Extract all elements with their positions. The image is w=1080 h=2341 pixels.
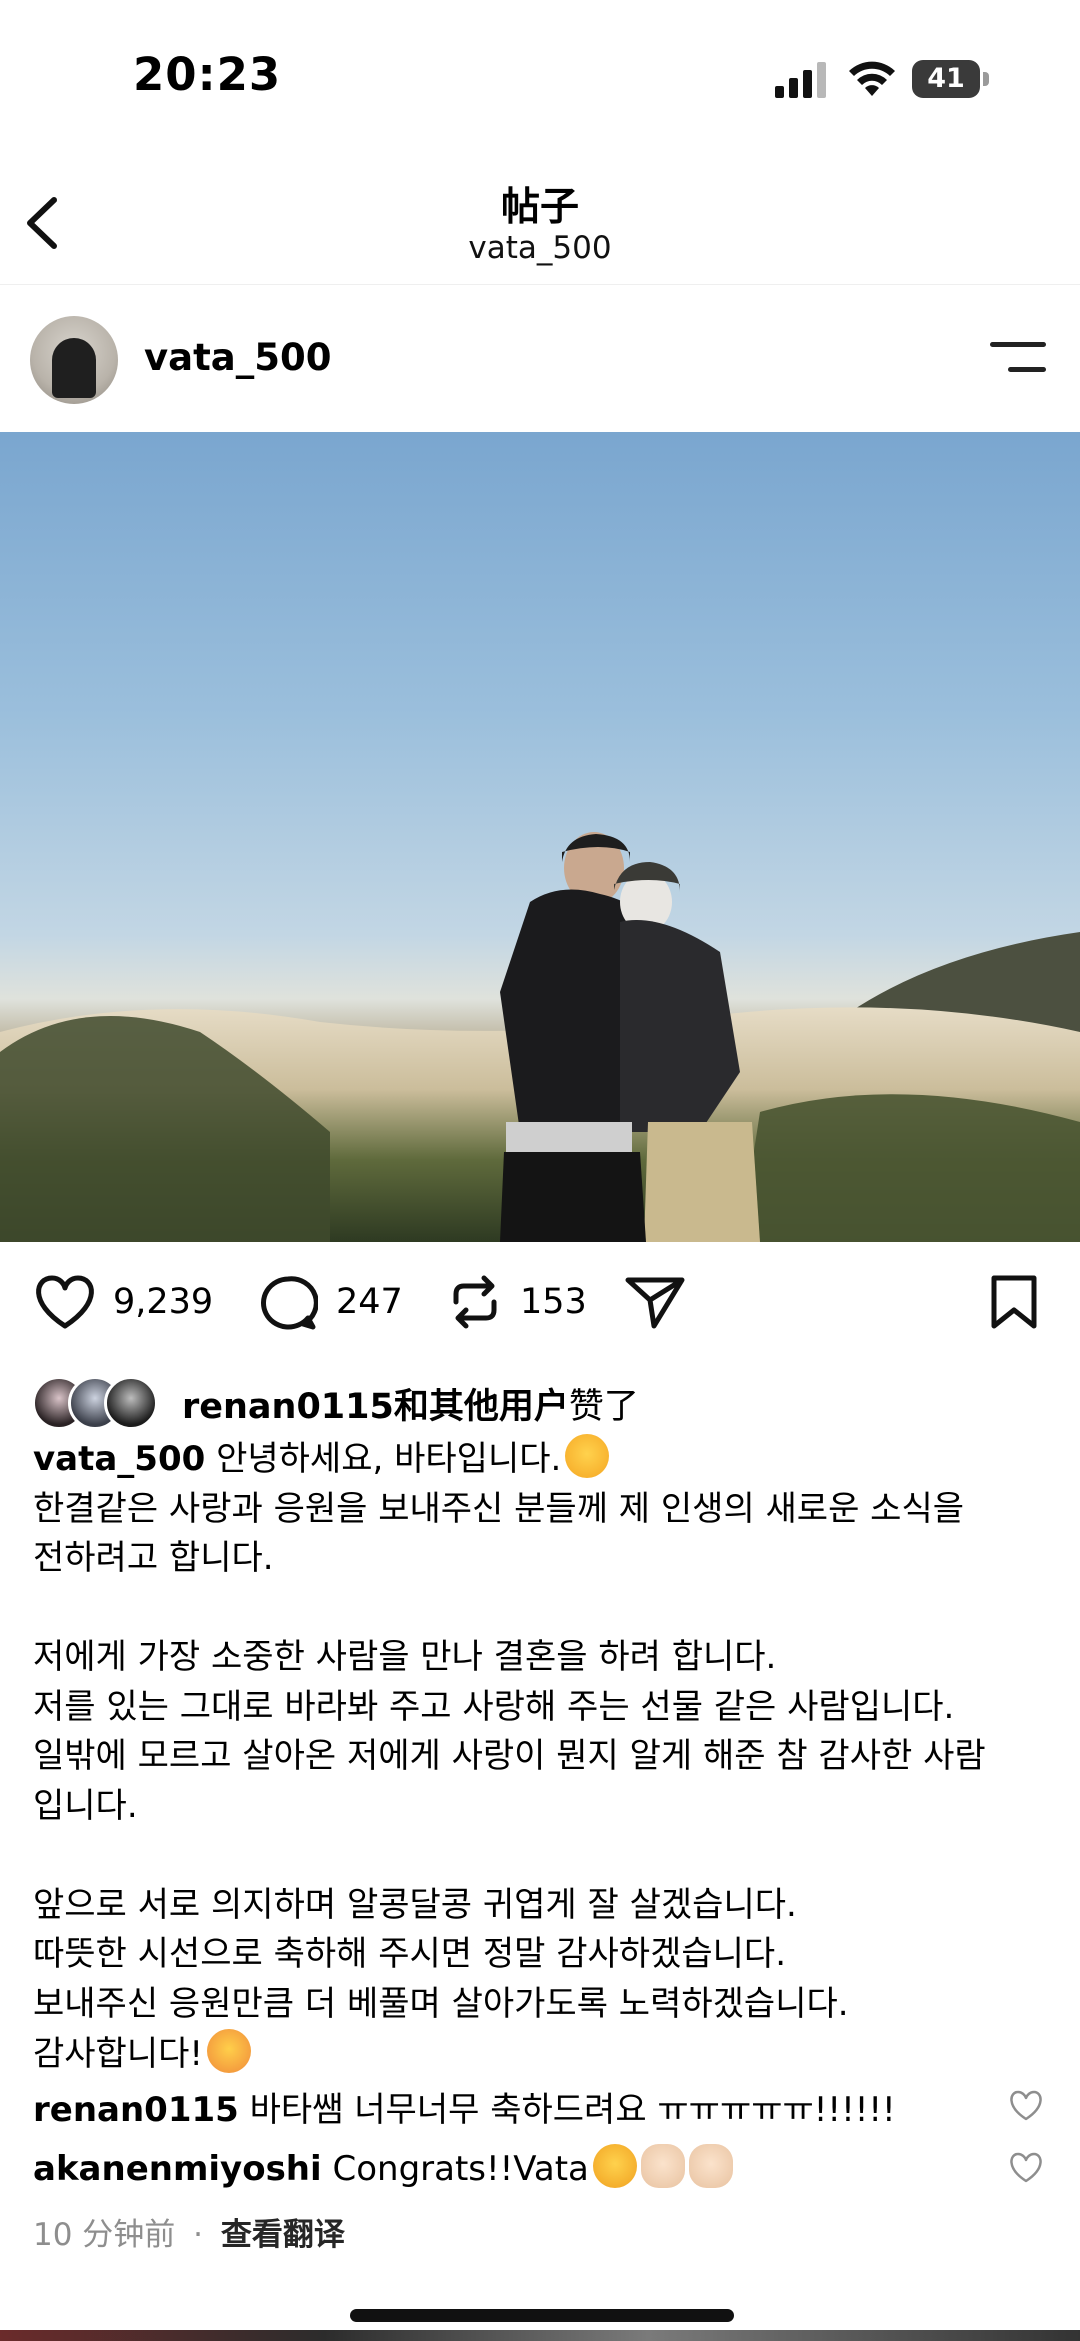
cellular-signal-icon bbox=[775, 62, 826, 98]
status-time: 20:23 bbox=[133, 48, 282, 101]
comment-heart-icon[interactable] bbox=[1008, 2152, 1044, 2184]
comment-row: renan0115 바타쌤 너무너무 축하드려요 ㅠㅠㅠㅠㅠ!!!!!! bbox=[33, 2082, 1013, 2131]
caption-line: 저에게 가장 소중한 사람을 만나 결혼을 하려 합니다. bbox=[33, 1637, 777, 1677]
post-meta: 10 分钟前 · 查看翻译 bbox=[33, 2209, 345, 2254]
post-caption: vata_500 안녕하세요, 바타입니다. 한결같은 사랑과 응원을 보내주신… bbox=[33, 1434, 1043, 2080]
battery-cap bbox=[983, 72, 989, 86]
battery-level: 41 bbox=[912, 60, 980, 98]
caption-line: 앞으로 서로 의지하며 알콩달콩 귀엽게 잘 살겠습니다. bbox=[33, 1884, 797, 1925]
reposts-count[interactable]: 153 bbox=[520, 1282, 587, 1322]
next-post-peek bbox=[0, 2330, 1080, 2341]
liked-by-row[interactable]: renan0115和其他用户赞了 bbox=[32, 1372, 1032, 1430]
bookmark-icon[interactable] bbox=[988, 1274, 1040, 1330]
comments-count[interactable]: 247 bbox=[336, 1282, 403, 1322]
translate-link[interactable]: 查看翻译 bbox=[221, 2217, 345, 2253]
meta-separator: · bbox=[193, 2217, 204, 2253]
comment-icon[interactable] bbox=[258, 1274, 318, 1330]
page-subtitle: vata_500 bbox=[468, 230, 612, 266]
comment-row: akanenmiyoshi Congrats!!Vata bbox=[33, 2144, 1013, 2189]
caption-line: 저를 있는 그대로 바라봐 주고 사랑해 주는 선물 같은 사람입니다. bbox=[33, 1686, 955, 1727]
caption-line: 보내주신 응원만큼 더 베풀며 살아가도록 노력하겠습니다. bbox=[33, 1983, 849, 2024]
caption-line: 전하려고 합니다. bbox=[33, 1538, 274, 1578]
clapping-hands-emoji-icon bbox=[688, 2144, 733, 2188]
send-icon[interactable] bbox=[624, 1274, 686, 1330]
author-username[interactable]: vata_500 bbox=[144, 336, 331, 379]
liked-by-user[interactable]: renan0115 bbox=[182, 1387, 394, 1427]
heart-icon[interactable] bbox=[34, 1274, 96, 1330]
caption-username[interactable]: vata_500 bbox=[33, 1439, 205, 1479]
repost-icon[interactable] bbox=[446, 1274, 504, 1330]
home-indicator bbox=[350, 2309, 734, 2322]
liker-avatar bbox=[104, 1376, 158, 1430]
post-author-row: vata_500 bbox=[0, 284, 1080, 432]
post-time: 10 分钟前 bbox=[33, 2217, 176, 2253]
comment-username[interactable]: akanenmiyoshi bbox=[33, 2149, 322, 2189]
clapping-hands-emoji-icon bbox=[640, 2144, 685, 2188]
post-photo[interactable] bbox=[0, 432, 1080, 1242]
caption-line: 일밖에 모르고 살아온 저에게 사랑이 뭔지 알게 해준 참 감사한 사람 bbox=[33, 1736, 986, 1776]
comment-text: 바타쌤 너무너무 축하드려요 ㅠㅠㅠㅠㅠ!!!!!! bbox=[249, 2090, 896, 2130]
party-face-emoji-icon bbox=[592, 2144, 637, 2188]
liked-by-verb: 赞了 bbox=[568, 1387, 639, 1427]
post-actions: 9,239 247 153 bbox=[0, 1242, 1080, 1372]
page-title: 帖子 bbox=[500, 185, 579, 230]
wifi-icon bbox=[849, 61, 895, 96]
smiling-face-with-hearts-emoji-icon bbox=[207, 2029, 252, 2073]
author-avatar[interactable] bbox=[30, 316, 118, 404]
photo-scene bbox=[0, 832, 1080, 1242]
caption-line: 따뜻한 시선으로 축하해 주시면 정말 감사하겠습니다. bbox=[33, 1934, 787, 1974]
caption-line: 감사합니다! bbox=[33, 2034, 204, 2074]
comment-username[interactable]: renan0115 bbox=[33, 2090, 239, 2130]
comment-heart-icon[interactable] bbox=[1008, 2090, 1044, 2122]
menu-icon[interactable] bbox=[990, 340, 1046, 376]
post-header: 帖子 vata_500 bbox=[0, 150, 1080, 285]
avatar-figure bbox=[52, 338, 96, 398]
liked-by-suffix: 和其他用户 bbox=[393, 1387, 569, 1427]
caption-line: 한결같은 사랑과 응원을 보내주신 분들께 제 인생의 새로운 소식을 bbox=[33, 1488, 965, 1529]
caption-line: 입니다. bbox=[33, 1785, 138, 1826]
comment-text: Congrats!!Vata bbox=[332, 2149, 589, 2189]
likes-count[interactable]: 9,239 bbox=[113, 1282, 213, 1322]
battery-indicator: 41 bbox=[912, 60, 990, 98]
caption-line: 안녕하세요, 바타입니다. bbox=[216, 1439, 562, 1479]
liked-by-text: renan0115和其他用户赞了 bbox=[182, 1378, 639, 1429]
smiling-face-emoji-icon bbox=[565, 1434, 610, 1478]
status-bar: 20:23 41 bbox=[0, 0, 1080, 150]
